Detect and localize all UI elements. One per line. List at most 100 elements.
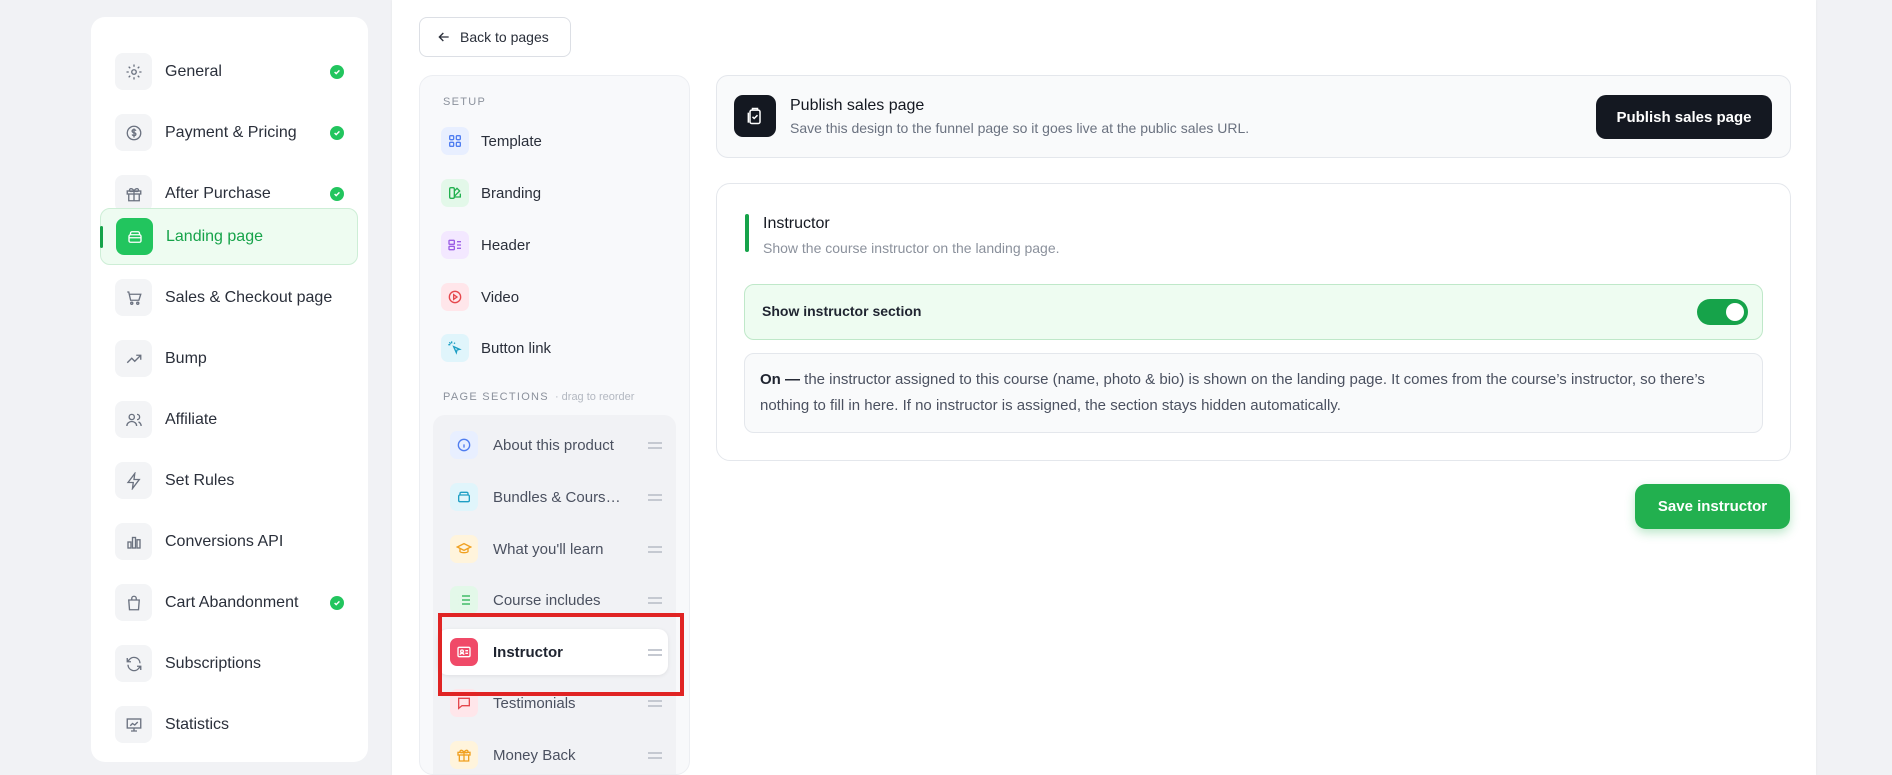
setup-label: Branding: [481, 184, 542, 202]
nav-label: Conversions API: [165, 532, 284, 550]
setup-label: Template: [481, 132, 542, 150]
section-item-money-back[interactable]: Money Back: [433, 732, 668, 774]
nav-label: Landing page: [166, 227, 263, 245]
nav-label: Set Rules: [165, 471, 235, 489]
setup-label: Video: [481, 288, 520, 306]
toggle-label: Show instructor section: [762, 303, 922, 319]
show-instructor-row: Show instructor section: [744, 284, 1763, 340]
section-label: Bundles & Course...: [493, 488, 626, 506]
graduation-cap-icon: [450, 535, 478, 563]
nav-label: After Purchase: [165, 184, 271, 202]
section-label: What you'll learn: [493, 540, 604, 558]
instructor-card: Instructor Show the course instructor on…: [716, 183, 1791, 461]
cart-icon: [115, 279, 152, 316]
setup-item-video[interactable]: Video: [441, 279, 519, 315]
publish-card: Publish sales page Save this design to t…: [716, 75, 1791, 158]
instructor-title: Instructor: [763, 215, 830, 232]
layout-icon: [441, 231, 469, 259]
nav-label: Subscriptions: [165, 654, 262, 672]
gift-icon: [450, 741, 478, 769]
layers-icon: [116, 218, 153, 255]
nav-item-set-rules[interactable]: Set Rules: [100, 452, 358, 509]
presentation-icon: [115, 706, 152, 743]
page-sections-heading: PAGE SECTIONS · drag to reorder: [443, 391, 634, 403]
drag-hint: · drag to reorder: [554, 391, 635, 403]
note-status: On —: [760, 371, 800, 388]
nav-label: Sales & Checkout page: [165, 288, 333, 306]
sections-list: About this product Bundles & Course... W…: [433, 415, 676, 774]
check-icon: [330, 186, 344, 201]
publish-sales-page-button[interactable]: Publish sales page: [1596, 95, 1772, 139]
section-label: Course includes: [493, 591, 601, 609]
nav-item-statistics[interactable]: Statistics: [100, 696, 358, 753]
section-label: Money Back: [493, 746, 576, 764]
refresh-icon: [115, 645, 152, 682]
bar-chart-icon: [115, 523, 152, 560]
section-item-about[interactable]: About this product: [433, 422, 668, 468]
grid-icon: [441, 127, 469, 155]
dollar-icon: [115, 114, 152, 151]
users-icon: [115, 401, 152, 438]
gift-icon: [115, 175, 152, 212]
toggle-knob: [1726, 303, 1744, 321]
nav-label: Cart Abandonment: [165, 593, 299, 611]
nav-label: Statistics: [165, 715, 230, 733]
play-icon: [441, 283, 469, 311]
save-instructor-button[interactable]: Save instructor: [1635, 484, 1790, 529]
drag-handle-icon[interactable]: [648, 545, 662, 553]
section-item-what-youll-learn[interactable]: What you'll learn: [433, 526, 668, 572]
note-text: the instructor assigned to this course (…: [760, 371, 1705, 414]
nav-label: Affiliate: [165, 410, 218, 428]
check-icon: [330, 595, 344, 610]
setup-item-template[interactable]: Template: [441, 123, 542, 159]
setup-item-branding[interactable]: Branding: [441, 175, 541, 211]
arrow-left-icon: [438, 32, 449, 42]
show-instructor-toggle[interactable]: [1697, 299, 1748, 325]
info-icon: [450, 431, 478, 459]
bag-icon: [115, 584, 152, 621]
stack-icon: [450, 483, 478, 511]
nav-item-subscriptions[interactable]: Subscriptions: [100, 635, 358, 692]
nav-item-sales-checkout[interactable]: Sales & Checkout page: [100, 269, 358, 326]
nav-item-affiliate[interactable]: Affiliate: [100, 391, 358, 448]
instructor-note: On — the instructor assigned to this cou…: [744, 353, 1763, 433]
palette-icon: [441, 179, 469, 207]
highlight-box: [438, 613, 684, 696]
back-label: Back to pages: [460, 29, 549, 45]
nav-label: Bump: [165, 349, 207, 367]
sections-heading-text: PAGE SECTIONS: [443, 391, 549, 403]
setup-label: Button link: [481, 339, 552, 357]
nav-item-payment-pricing[interactable]: Payment & Pricing: [100, 104, 358, 161]
setup-item-header[interactable]: Header: [441, 227, 530, 263]
drag-handle-icon[interactable]: [648, 751, 662, 759]
nav-item-cart-abandonment[interactable]: Cart Abandonment: [100, 574, 358, 631]
left-nav: General Payment & Pricing After Purchase…: [91, 17, 368, 762]
drag-handle-icon[interactable]: [648, 441, 662, 449]
section-item-bundles[interactable]: Bundles & Course...: [433, 474, 668, 520]
drag-handle-icon[interactable]: [648, 596, 662, 604]
section-label: Testimonials: [493, 694, 576, 712]
nav-item-general[interactable]: General: [100, 43, 358, 100]
list-icon: [450, 586, 478, 614]
nav-item-conversions-api[interactable]: Conversions API: [100, 513, 358, 570]
setup-item-button-link[interactable]: Button link: [441, 330, 551, 366]
section-label: About this product: [493, 436, 614, 454]
publish-title: Publish sales page: [790, 97, 925, 114]
publish-subtitle: Save this design to the funnel page so i…: [790, 120, 1250, 136]
gear-icon: [115, 53, 152, 90]
setup-label: Header: [481, 236, 531, 254]
drag-handle-icon[interactable]: [648, 493, 662, 501]
drag-handle-icon[interactable]: [648, 699, 662, 707]
setup-heading: SETUP: [443, 96, 487, 108]
check-icon: [330, 125, 344, 140]
nav-label: General: [165, 62, 222, 80]
section-accent-bar: [745, 214, 749, 252]
clipboard-check-icon: [734, 95, 776, 137]
nav-label: Payment & Pricing: [165, 123, 297, 141]
trend-up-icon: [115, 340, 152, 377]
pointer-click-icon: [441, 334, 469, 362]
bolt-icon: [115, 462, 152, 499]
back-to-pages-button[interactable]: Back to pages: [419, 17, 571, 57]
nav-item-bump[interactable]: Bump: [100, 330, 358, 387]
nav-item-landing-page[interactable]: Landing page: [100, 208, 358, 265]
